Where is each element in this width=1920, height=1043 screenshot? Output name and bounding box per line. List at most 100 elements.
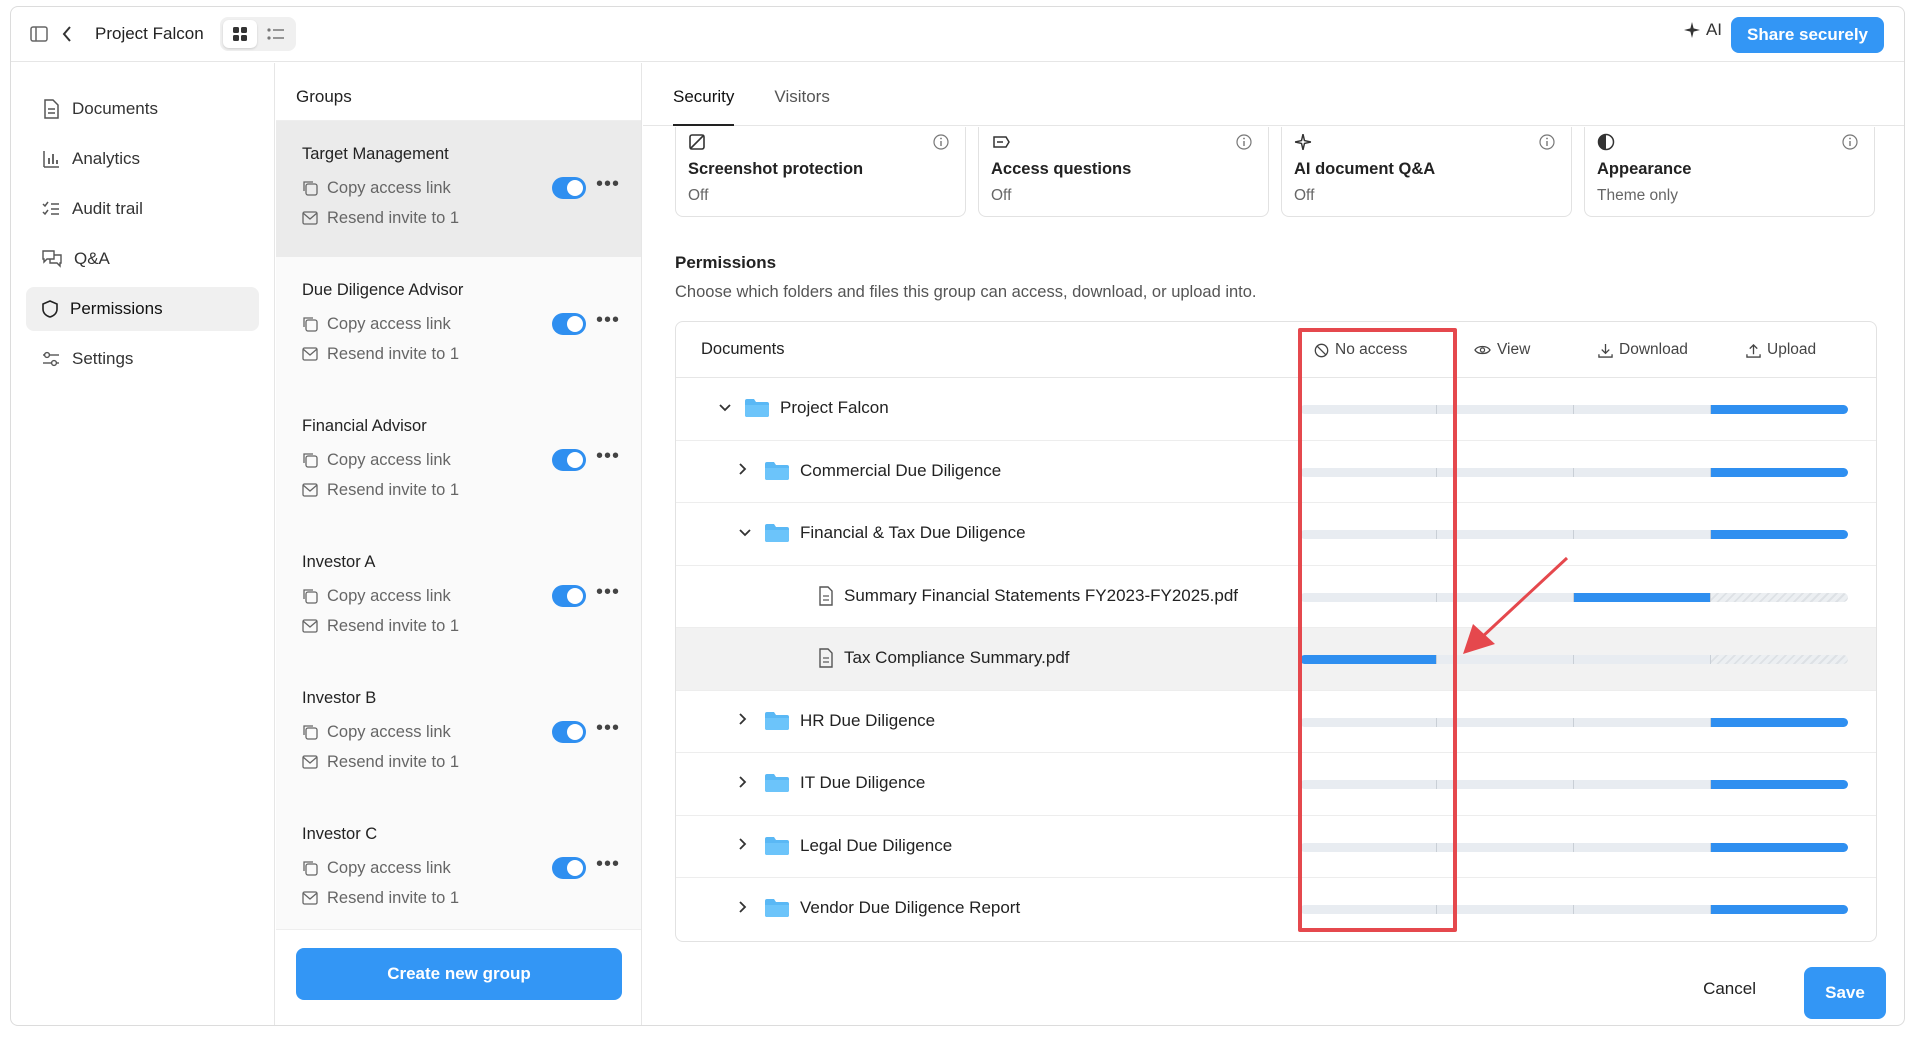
card-access-questions[interactable]: Access questions Off <box>978 127 1269 217</box>
access-level-download[interactable] <box>1574 842 1711 852</box>
access-level-download[interactable] <box>1574 530 1711 539</box>
tab-security[interactable]: Security <box>673 63 735 126</box>
row-chevron[interactable] <box>738 525 754 541</box>
card-ai-document-qa[interactable]: AI document Q&A Off <box>1281 127 1572 217</box>
access-level-view[interactable] <box>1437 530 1574 539</box>
chevron-right-icon[interactable] <box>738 837 748 851</box>
access-level-upload[interactable] <box>1711 467 1848 477</box>
access-level-view[interactable] <box>1437 842 1574 852</box>
access-level-no-access[interactable] <box>1300 655 1437 664</box>
access-slider[interactable] <box>1300 405 1848 414</box>
copy-access-link[interactable]: Copy access link <box>302 309 641 339</box>
access-level-upload[interactable] <box>1711 530 1848 539</box>
access-level-no-access[interactable] <box>1300 717 1437 727</box>
access-level-download[interactable] <box>1574 905 1711 914</box>
copy-access-link[interactable]: Copy access link <box>302 717 641 747</box>
save-button[interactable]: Save <box>1804 967 1886 1019</box>
resend-invite[interactable]: Resend invite to 1 <box>302 883 641 913</box>
nav-item-qa[interactable]: Q&A <box>26 237 259 281</box>
access-slider[interactable] <box>1300 842 1848 852</box>
download-column-header[interactable]: Download <box>1598 341 1688 359</box>
copy-access-link[interactable]: Copy access link <box>302 173 641 203</box>
chevron-right-icon[interactable] <box>738 900 748 914</box>
access-level-download[interactable] <box>1574 780 1711 789</box>
access-level-view[interactable] <box>1437 467 1574 477</box>
copy-access-link[interactable]: Copy access link <box>302 581 641 611</box>
access-slider[interactable] <box>1300 530 1848 539</box>
access-level-no-access[interactable] <box>1300 467 1437 477</box>
group-enabled-toggle[interactable] <box>552 857 586 879</box>
tab-visitors[interactable]: Visitors <box>774 63 829 126</box>
table-row[interactable]: HR Due Diligence <box>676 691 1876 753</box>
group-enabled-toggle[interactable] <box>552 313 586 335</box>
group-item[interactable]: Target Management Copy access link Resen… <box>276 121 641 257</box>
access-level-upload[interactable] <box>1711 780 1848 789</box>
access-level-view[interactable] <box>1437 717 1574 727</box>
sidebar-toggle-icon[interactable] <box>25 20 53 48</box>
copy-access-link[interactable]: Copy access link <box>302 853 641 883</box>
access-level-no-access[interactable] <box>1300 842 1437 852</box>
row-chevron[interactable] <box>738 712 754 729</box>
group-enabled-toggle[interactable] <box>552 449 586 471</box>
nav-item-analytics[interactable]: Analytics <box>26 137 259 181</box>
grid-view-icon[interactable] <box>222 20 257 48</box>
group-item[interactable]: Investor C Copy access link Resend invit… <box>276 801 641 937</box>
row-chevron[interactable] <box>738 775 754 792</box>
row-chevron[interactable] <box>738 900 754 917</box>
more-options-icon[interactable]: ••• <box>596 309 620 332</box>
group-item[interactable]: Investor B Copy access link Resend invit… <box>276 665 641 801</box>
more-options-icon[interactable]: ••• <box>596 717 620 740</box>
resend-invite[interactable]: Resend invite to 1 <box>302 203 641 233</box>
table-row[interactable]: Project Falcon <box>676 378 1876 441</box>
access-level-upload[interactable] <box>1711 905 1848 914</box>
access-level-no-access[interactable] <box>1300 530 1437 539</box>
access-level-download[interactable] <box>1574 592 1711 602</box>
access-level-view[interactable] <box>1437 405 1574 414</box>
group-enabled-toggle[interactable] <box>552 585 586 607</box>
cancel-button[interactable]: Cancel <box>1703 979 1756 999</box>
more-options-icon[interactable]: ••• <box>596 853 620 876</box>
chevron-down-icon[interactable] <box>738 528 752 538</box>
access-level-upload[interactable] <box>1711 655 1848 664</box>
access-level-no-access[interactable] <box>1300 780 1437 789</box>
group-item[interactable]: Due Diligence Advisor Copy access link R… <box>276 257 641 393</box>
access-slider[interactable] <box>1300 905 1848 914</box>
chevron-down-icon[interactable] <box>718 403 732 413</box>
row-chevron[interactable] <box>718 400 734 416</box>
access-level-upload[interactable] <box>1711 842 1848 852</box>
access-level-view[interactable] <box>1437 905 1574 914</box>
nav-item-settings[interactable]: Settings <box>26 337 259 381</box>
nav-item-documents[interactable]: Documents <box>26 87 259 131</box>
access-level-no-access[interactable] <box>1300 905 1437 914</box>
access-slider[interactable] <box>1300 717 1848 727</box>
table-row[interactable]: IT Due Diligence <box>676 753 1876 816</box>
access-level-download[interactable] <box>1574 655 1711 664</box>
access-level-download[interactable] <box>1574 405 1711 414</box>
more-options-icon[interactable]: ••• <box>596 445 620 468</box>
access-level-download[interactable] <box>1574 467 1711 477</box>
nav-item-permissions[interactable]: Permissions <box>26 287 259 331</box>
row-chevron[interactable] <box>738 837 754 854</box>
share-securely-button[interactable]: Share securely <box>1731 17 1884 53</box>
chevron-right-icon[interactable] <box>738 775 748 789</box>
resend-invite[interactable]: Resend invite to 1 <box>302 475 641 505</box>
view-column-header[interactable]: View <box>1474 341 1530 359</box>
nav-item-audit-trail[interactable]: Audit trail <box>26 187 259 231</box>
card-screenshot-protection[interactable]: Screenshot protection Off <box>675 127 966 217</box>
card-appearance[interactable]: Appearance Theme only <box>1584 127 1875 217</box>
create-new-group-button[interactable]: Create new group <box>296 948 622 1000</box>
group-item[interactable]: Financial Advisor Copy access link Resen… <box>276 393 641 529</box>
table-row[interactable]: Commercial Due Diligence <box>676 441 1876 503</box>
group-enabled-toggle[interactable] <box>552 721 586 743</box>
more-options-icon[interactable]: ••• <box>596 581 620 604</box>
access-level-no-access[interactable] <box>1300 592 1437 602</box>
copy-access-link[interactable]: Copy access link <box>302 445 641 475</box>
access-level-download[interactable] <box>1574 717 1711 727</box>
table-row[interactable]: Financial & Tax Due Diligence <box>676 503 1876 566</box>
chevron-right-icon[interactable] <box>738 462 748 476</box>
table-row[interactable]: Vendor Due Diligence Report <box>676 878 1876 941</box>
back-icon[interactable] <box>53 20 81 48</box>
resend-invite[interactable]: Resend invite to 1 <box>302 611 641 641</box>
more-options-icon[interactable]: ••• <box>596 173 620 196</box>
table-row[interactable]: Summary Financial Statements FY2023-FY20… <box>676 566 1876 628</box>
